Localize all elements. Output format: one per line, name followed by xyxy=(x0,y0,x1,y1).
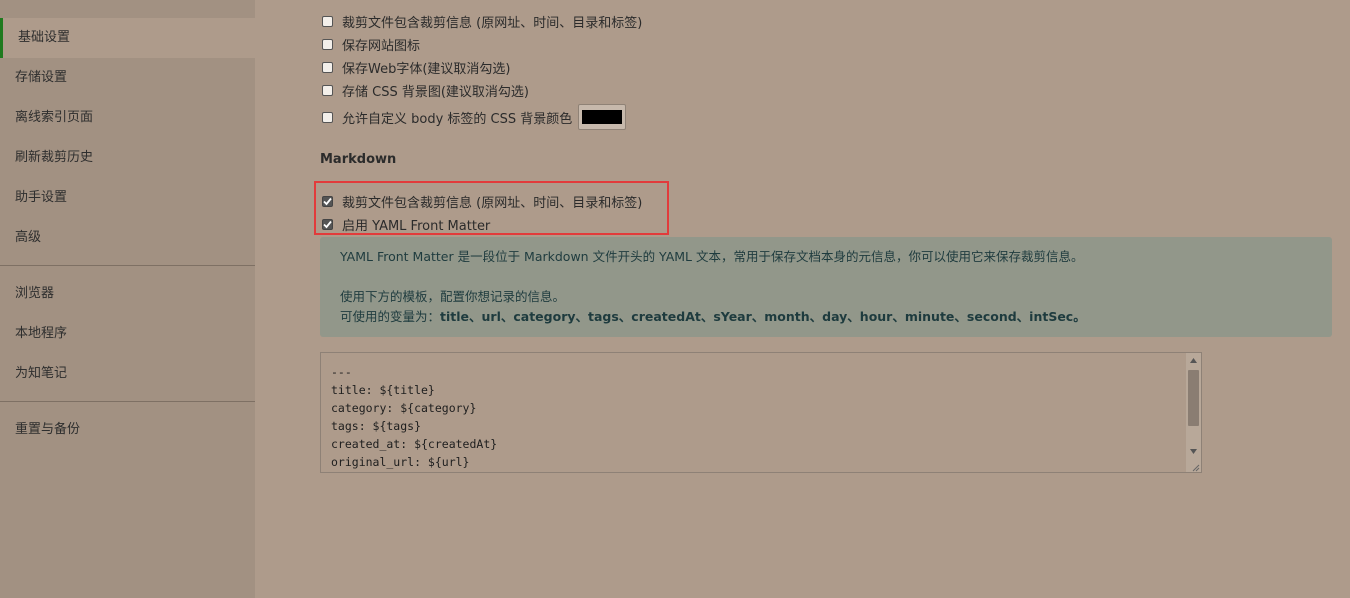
sidebar-item-browser[interactable]: 浏览器 xyxy=(0,274,255,314)
color-preview xyxy=(582,110,623,124)
option-custom-body-bg[interactable]: 允许自定义 body 标签的 CSS 背景颜色 xyxy=(322,104,627,130)
resize-handle-icon[interactable] xyxy=(1190,461,1200,472)
option-md-clip-info[interactable]: 裁剪文件包含裁剪信息 (原网址、时间、目录和标签) xyxy=(322,191,642,211)
yaml-template-text[interactable]: --- title: ${title} category: ${category… xyxy=(321,353,1201,471)
sidebar-item-storage-settings[interactable]: 存储设置 xyxy=(0,58,255,98)
checkbox[interactable] xyxy=(322,38,333,50)
scrollbar-thumb[interactable] xyxy=(1188,370,1199,426)
sidebar-divider xyxy=(0,265,255,266)
info-vars-line: 可使用的变量为：title、url、category、tags、createdA… xyxy=(340,307,1332,327)
option-label: 存储 CSS 背景图(建议取消勾选) xyxy=(342,84,529,100)
yaml-template-editor[interactable]: --- title: ${title} category: ${category… xyxy=(320,352,1202,473)
option-label: 启用 YAML Front Matter xyxy=(342,218,491,234)
checkbox[interactable] xyxy=(322,15,333,27)
option-save-css-bg-images[interactable]: 存储 CSS 背景图(建议取消勾选) xyxy=(322,80,529,100)
option-label: 允许自定义 body 标签的 CSS 背景颜色 xyxy=(342,111,573,127)
checkbox[interactable] xyxy=(322,195,333,207)
bg-color-picker[interactable] xyxy=(578,104,627,130)
option-label: 裁剪文件包含裁剪信息 (原网址、时间、目录和标签) xyxy=(342,15,643,31)
sidebar-item-offline-index[interactable]: 离线索引页面 xyxy=(0,98,255,138)
yaml-info-box: YAML Front Matter 是一段位于 Markdown 文件开头的 Y… xyxy=(320,237,1332,337)
option-label: 保存网站图标 xyxy=(342,38,421,54)
option-save-favicon[interactable]: 保存网站图标 xyxy=(322,34,420,54)
sidebar: 基础设置 存储设置 离线索引页面 刷新裁剪历史 助手设置 高级 浏览器 本地程序… xyxy=(0,0,255,598)
option-label: 保存Web字体(建议取消勾选) xyxy=(342,61,511,77)
checkbox[interactable] xyxy=(322,111,333,123)
sidebar-item-advanced[interactable]: 高级 xyxy=(0,218,255,258)
sidebar-item-assistant-settings[interactable]: 助手设置 xyxy=(0,178,255,218)
info-vars: title、url、category、tags、createdAt、sYear、… xyxy=(440,309,1086,324)
sidebar-divider xyxy=(0,401,255,402)
info-text: YAML Front Matter 是一段位于 Markdown 文件开头的 Y… xyxy=(340,249,1084,264)
scrollbar[interactable] xyxy=(1186,353,1201,472)
settings-panel: 裁剪文件包含裁剪信息 (原网址、时间、目录和标签) 保存网站图标 保存Web字体… xyxy=(255,0,1350,598)
checkbox[interactable] xyxy=(322,61,333,73)
sidebar-item-local-app[interactable]: 本地程序 xyxy=(0,314,255,354)
sidebar-item-wiz-note[interactable]: 为知笔记 xyxy=(0,354,255,394)
info-text: 可使用的变量为： xyxy=(340,309,441,324)
scroll-down-arrow-icon[interactable] xyxy=(1186,444,1201,458)
option-save-web-fonts[interactable]: 保存Web字体(建议取消勾选) xyxy=(322,57,511,77)
checkbox[interactable] xyxy=(322,218,333,230)
sidebar-item-basic-settings[interactable]: 基础设置 xyxy=(0,18,255,58)
scroll-up-arrow-icon[interactable] xyxy=(1186,353,1201,367)
checkbox[interactable] xyxy=(322,84,333,96)
option-label: 裁剪文件包含裁剪信息 (原网址、时间、目录和标签) xyxy=(342,195,643,211)
info-text: 使用下方的模板，配置你想记录的信息。 xyxy=(340,289,566,304)
option-html-clip-info[interactable]: 裁剪文件包含裁剪信息 (原网址、时间、目录和标签) xyxy=(322,11,642,31)
sidebar-item-refresh-history[interactable]: 刷新裁剪历史 xyxy=(0,138,255,178)
option-enable-yaml-front-matter[interactable]: 启用 YAML Front Matter xyxy=(322,214,490,234)
section-title-markdown: Markdown xyxy=(320,152,397,167)
sidebar-item-reset-backup[interactable]: 重置与备份 xyxy=(0,410,255,450)
